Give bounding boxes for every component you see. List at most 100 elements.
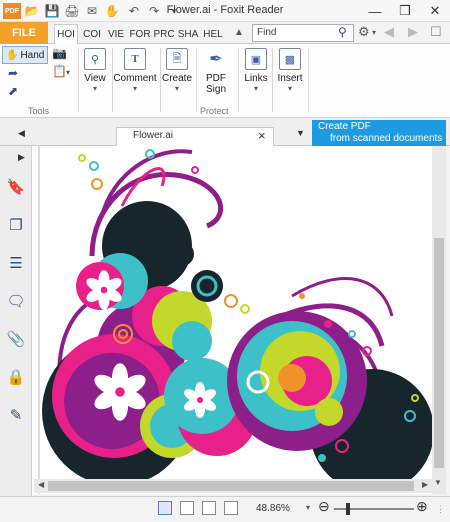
insert-icon: ▩ [279,48,301,70]
print-icon[interactable]: 🖨 [64,3,80,19]
close-window-button[interactable]: ✕ [420,0,450,22]
insert-dropdown-icon: ▾ [287,84,292,93]
tab-scroll-left-icon[interactable]: ◀ [18,128,25,139]
clipboard-dropdown-icon[interactable]: ▾ [66,68,70,77]
group-label-protect: Protect [200,106,229,116]
document-view[interactable] [32,146,436,494]
tab-share[interactable]: SHA [176,24,200,44]
save-icon[interactable]: 💾 [44,3,60,19]
comment-dropdown-icon: ▾ [132,84,137,93]
facing-view-icon[interactable] [202,501,216,515]
ribbon-separator [196,48,197,112]
comment-button[interactable]: T Comment ▾ [113,48,157,93]
create-button[interactable]: 🗎 Create ▾ [162,48,192,93]
select-annotation-icon[interactable]: ⬈ [8,84,18,98]
create-pdf-ad[interactable]: Create PDF from scanned documents [312,120,446,146]
comment-text-icon: T [124,48,146,70]
view-dropdown-icon: ▾ [92,84,97,93]
tab-list-dropdown-icon[interactable]: ▼ [296,128,305,138]
horizontal-scrollbar[interactable]: ◀ ▶ [34,479,432,493]
close-tab-icon[interactable]: × [258,128,266,143]
pdf-sign-label: PDF Sign [205,73,226,95]
pages-icon[interactable]: ❐ [5,214,27,236]
zoom-level[interactable]: 48.86% [256,503,290,514]
zoom-in-icon[interactable]: ⊕ [416,498,428,515]
tab-comment[interactable]: COI [80,24,104,44]
horizontal-scroll-thumb[interactable] [48,481,414,491]
flower-artwork [38,146,434,494]
continuous-view-icon[interactable] [180,501,194,515]
minimize-button[interactable]: — [360,0,390,22]
vertical-scroll-thumb[interactable] [434,238,444,468]
security-lock-icon[interactable]: 🔒 [5,366,27,388]
hand-icon: ✋ [6,49,19,61]
comment-label: Comment [113,73,157,84]
settings-dropdown-icon[interactable]: ▾ [372,28,376,37]
comments-icon[interactable]: 🗨 [5,290,27,312]
attachment-icon[interactable]: 📎 [5,328,27,350]
redo-icon[interactable]: ↷ [146,3,162,19]
customize-icon[interactable]: ▾ [166,3,182,19]
create-dropdown-icon: ▾ [174,84,179,93]
tab-form[interactable]: FOR [128,24,152,44]
view-button[interactable]: ⚲ View ▾ [82,48,108,93]
settings-gear-icon[interactable]: ⚙ [358,24,370,40]
email-icon[interactable]: ✉ [84,3,100,19]
zoom-out-icon[interactable]: ⊖ [318,498,330,515]
app-logo-icon: PDF [3,3,21,19]
document-tab-title: Flower.ai [133,130,174,141]
view-label: View [84,73,106,84]
forward-arrow-icon[interactable]: ▶ [408,24,418,40]
ribbon-separator [78,48,79,112]
scroll-right-icon[interactable]: ▶ [422,480,428,489]
navigation-panel [0,146,32,496]
continuous-facing-view-icon[interactable] [224,501,238,515]
ribbon-collapse-icon[interactable]: ▲ [234,27,244,38]
ribbon-separator [272,48,273,112]
create-label: Create [162,73,193,84]
more-icon[interactable]: ☐ [430,24,442,40]
clipboard-icon[interactable]: 📋 [52,64,67,78]
bookmark-icon[interactable]: 🔖 [5,176,27,198]
tab-protect[interactable]: PRC [152,24,176,44]
open-folder-icon[interactable]: 📂 [24,3,40,19]
links-button[interactable]: ▣ Links ▾ [242,48,270,93]
back-arrow-icon[interactable]: ◀ [384,24,394,40]
ribbon-separator [308,48,309,112]
pdf-sign-button[interactable]: ✒ PDF Sign [200,48,232,95]
pen-sign-icon: ✒ [209,51,223,68]
group-label-tools: Tools [28,106,50,116]
links-dropdown-icon: ▾ [253,84,258,93]
links-label: Links [244,73,268,84]
search-icon[interactable]: ⚲ [338,25,347,39]
signature-icon[interactable]: ✎ [5,404,27,426]
ribbon-separator [238,48,239,112]
tab-help[interactable]: HEL [200,24,226,44]
select-text-icon[interactable]: ➦ [8,66,18,80]
insert-label: Insert [277,73,303,84]
layers-icon[interactable]: ☰ [5,252,27,274]
undo-icon[interactable]: ↶ [126,3,142,19]
restore-button[interactable]: ❒ [390,0,420,22]
view-zoom-icon: ⚲ [84,48,106,70]
tab-home[interactable]: HOI [54,24,78,44]
vertical-scrollbar[interactable]: ▼ [432,146,446,494]
ad-line-1: Create PDF [318,121,371,132]
insert-button[interactable]: ▩ Insert ▾ [276,48,304,93]
ad-line-2: from scanned documents [330,133,443,144]
links-icon: ▣ [245,48,267,70]
zoom-dropdown-icon[interactable]: ▾ [306,503,310,512]
expand-panel-icon[interactable]: ▶ [18,152,25,163]
snapshot-icon[interactable]: 📷 [52,46,67,60]
tab-view[interactable]: VIE [104,24,128,44]
hand-tool-button[interactable]: ✋ Hand [2,46,48,64]
file-tab[interactable]: FILE [0,22,48,44]
zoom-slider-thumb[interactable] [346,503,350,515]
document-tab[interactable]: Flower.ai [116,127,274,146]
scroll-down-icon[interactable]: ▼ [434,478,442,487]
resize-grip-icon: ⋮ [436,504,445,514]
single-page-view-icon[interactable] [158,501,172,515]
hand-tool-icon[interactable]: ✋ [104,3,120,19]
scroll-left-icon[interactable]: ◀ [38,480,44,489]
hand-label: Hand [20,49,45,61]
